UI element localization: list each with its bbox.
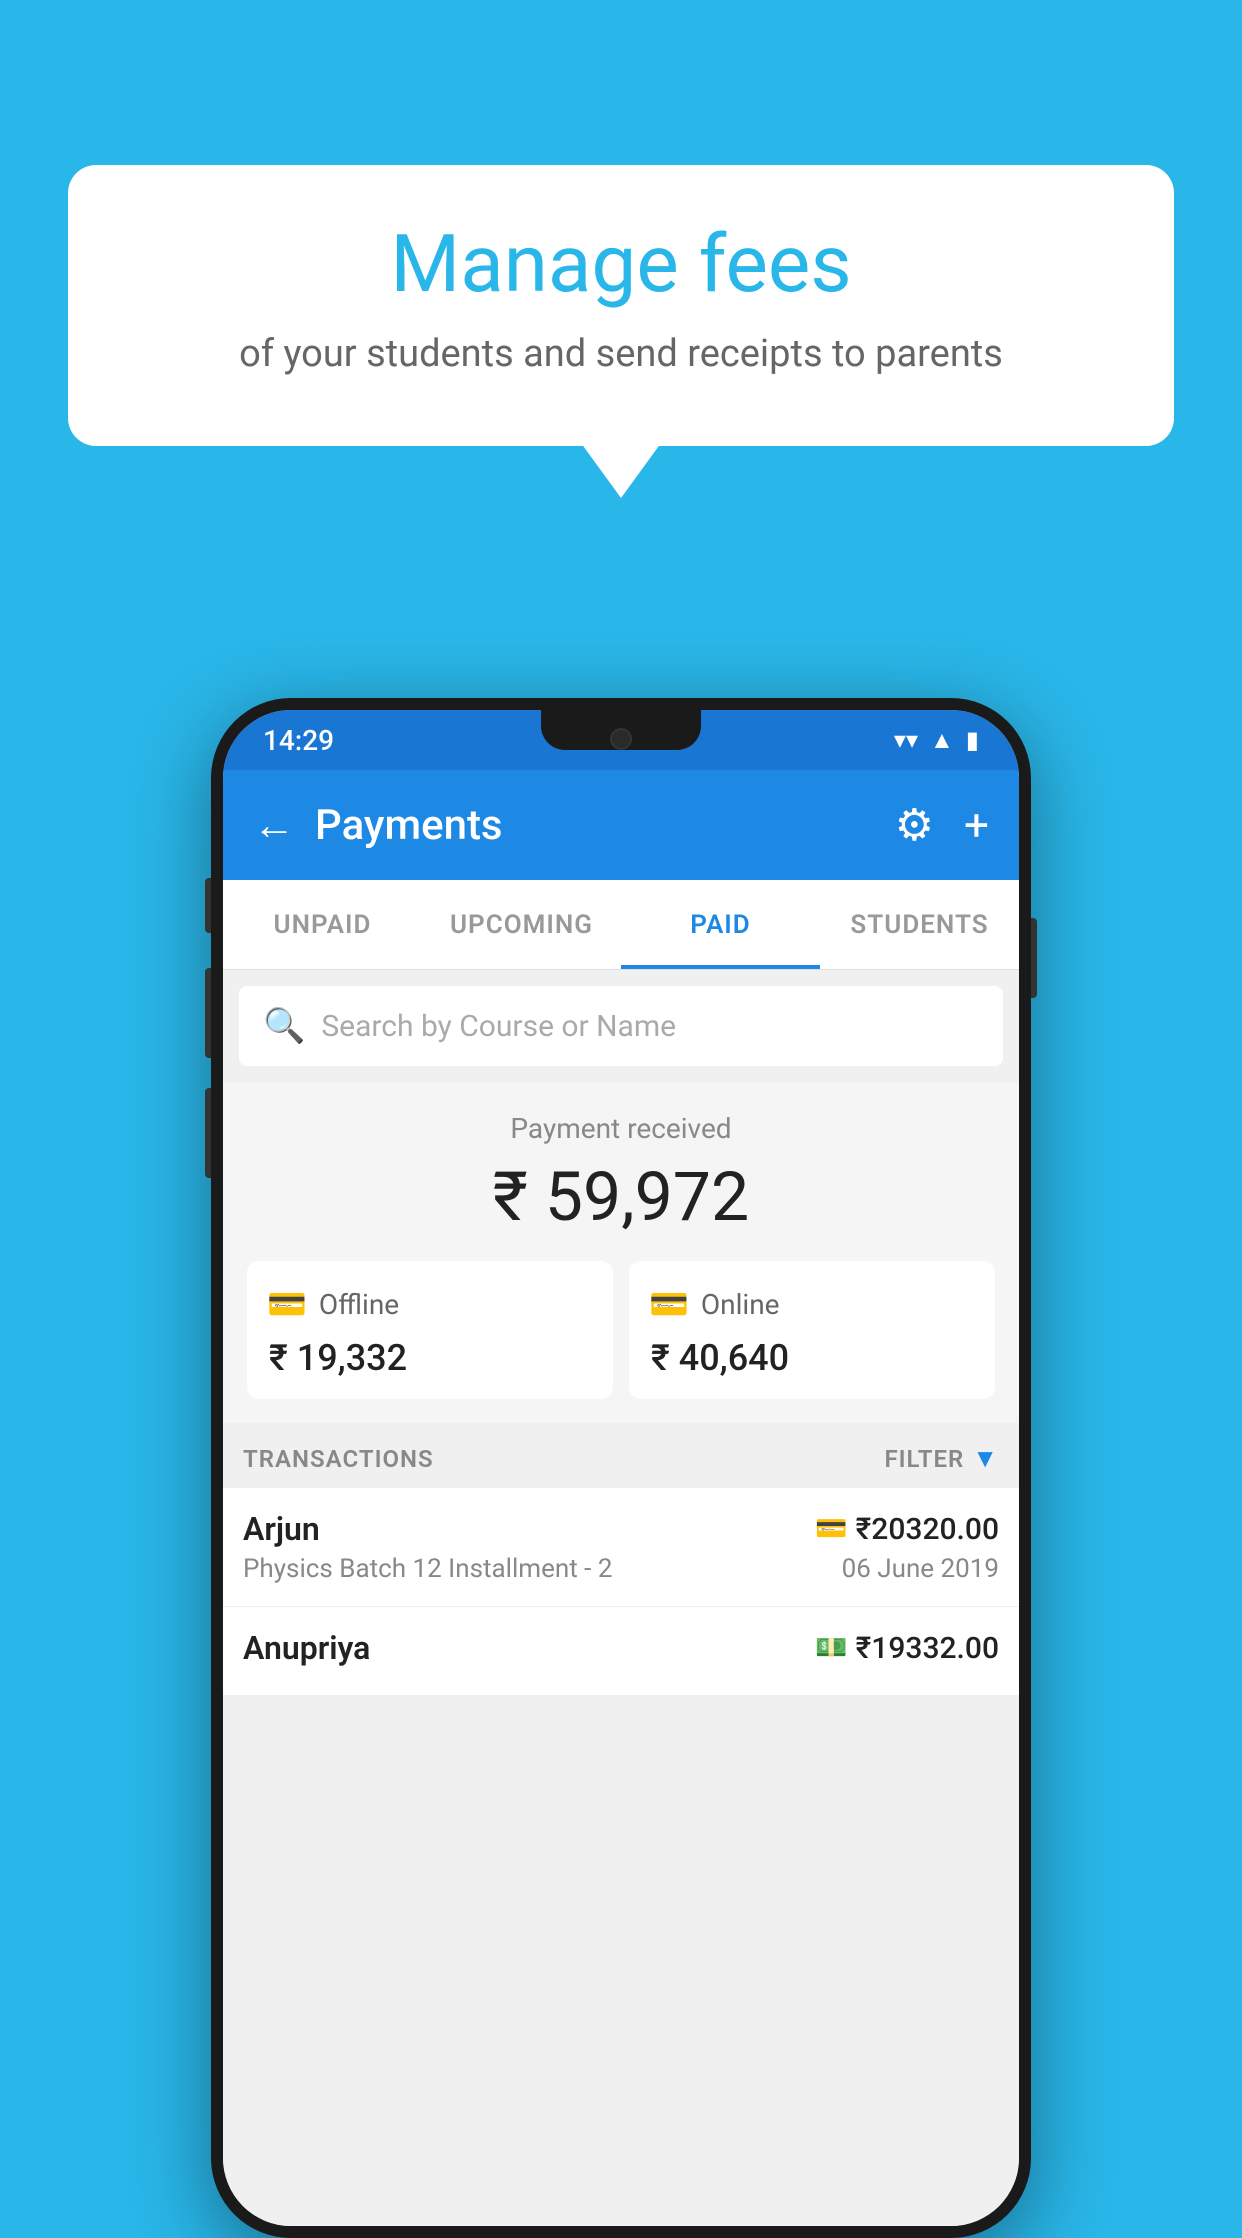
silent-button	[205, 1088, 211, 1178]
transaction-amount: 💳 ₹20320.00	[815, 1510, 999, 1548]
payment-type-icon: 💵	[815, 1633, 847, 1663]
volume-down-button	[205, 968, 211, 1058]
transactions-header: TRANSACTIONS FILTER ▼	[223, 1423, 1019, 1488]
payment-type-icon: 💳	[815, 1514, 847, 1544]
online-card: 💳 Online ₹ 40,640	[629, 1261, 995, 1399]
app-header: ← Payments ⚙ +	[223, 770, 1019, 880]
filter-label: FILTER	[884, 1445, 964, 1473]
power-button	[1031, 918, 1037, 998]
tab-bar: UNPAID UPCOMING PAID STUDENTS	[223, 880, 1019, 970]
filter-button[interactable]: FILTER ▼	[884, 1443, 999, 1474]
phone-camera	[610, 728, 632, 750]
transaction-amount: 💵 ₹19332.00	[815, 1629, 999, 1667]
back-button[interactable]: ←	[253, 801, 295, 850]
transaction-row[interactable]: Anupriya 💵 ₹19332.00	[223, 1607, 1019, 1696]
transaction-name: Anupriya	[243, 1629, 809, 1667]
wifi-icon: ▾▾	[894, 726, 918, 754]
search-placeholder-text: Search by Course or Name	[321, 1009, 676, 1044]
tab-upcoming[interactable]: UPCOMING	[422, 880, 621, 969]
transaction-course: Physics Batch 12 Installment - 2	[243, 1554, 809, 1584]
tab-students[interactable]: STUDENTS	[820, 880, 1019, 969]
bubble-title: Manage fees	[128, 220, 1114, 308]
search-bar[interactable]: 🔍 Search by Course or Name	[239, 986, 1003, 1066]
status-icons: ▾▾ ▲ ▮	[894, 726, 979, 755]
offline-amount: ₹ 19,332	[267, 1337, 407, 1379]
info-bubble: Manage fees of your students and send re…	[68, 165, 1174, 446]
card-icon: 💳	[649, 1285, 689, 1323]
transaction-name: Arjun	[243, 1510, 809, 1548]
online-label: Online	[701, 1288, 780, 1321]
page-title: Payments	[315, 801, 895, 850]
header-actions: ⚙ +	[895, 799, 989, 851]
payment-total-amount: ₹ 59,972	[243, 1157, 999, 1237]
phone-screen: 14:29 ▾▾ ▲ ▮ ← Payments ⚙ + UNPAID UPCOM…	[223, 710, 1019, 2226]
tab-unpaid[interactable]: UNPAID	[223, 880, 422, 969]
filter-icon: ▼	[972, 1443, 999, 1474]
payment-summary: Payment received ₹ 59,972 💳 Offline ₹ 19…	[223, 1082, 1019, 1423]
content-area: 🔍 Search by Course or Name Payment recei…	[223, 970, 1019, 2226]
cash-icon: 💳	[267, 1285, 307, 1323]
phone-frame: 14:29 ▾▾ ▲ ▮ ← Payments ⚙ + UNPAID UPCOM…	[211, 698, 1031, 2238]
payment-cards: 💳 Offline ₹ 19,332 💳 Online ₹ 40,640	[247, 1261, 995, 1399]
transactions-label: TRANSACTIONS	[243, 1445, 434, 1473]
bubble-subtitle: of your students and send receipts to pa…	[128, 328, 1114, 381]
phone-notch	[541, 710, 701, 750]
transaction-date: 06 June 2019	[815, 1554, 999, 1584]
tab-paid[interactable]: PAID	[621, 880, 820, 969]
settings-icon[interactable]: ⚙	[895, 799, 934, 851]
add-icon[interactable]: +	[964, 799, 989, 851]
payment-received-label: Payment received	[243, 1112, 999, 1145]
transaction-row[interactable]: Arjun 💳 ₹20320.00 Physics Batch 12 Insta…	[223, 1488, 1019, 1607]
search-icon: 🔍	[263, 1006, 305, 1046]
volume-up-button	[205, 878, 211, 933]
status-time: 14:29	[263, 724, 334, 757]
offline-card: 💳 Offline ₹ 19,332	[247, 1261, 613, 1399]
signal-icon: ▲	[930, 726, 954, 755]
battery-icon: ▮	[966, 726, 979, 754]
online-amount: ₹ 40,640	[649, 1337, 789, 1379]
offline-label: Offline	[319, 1288, 399, 1321]
